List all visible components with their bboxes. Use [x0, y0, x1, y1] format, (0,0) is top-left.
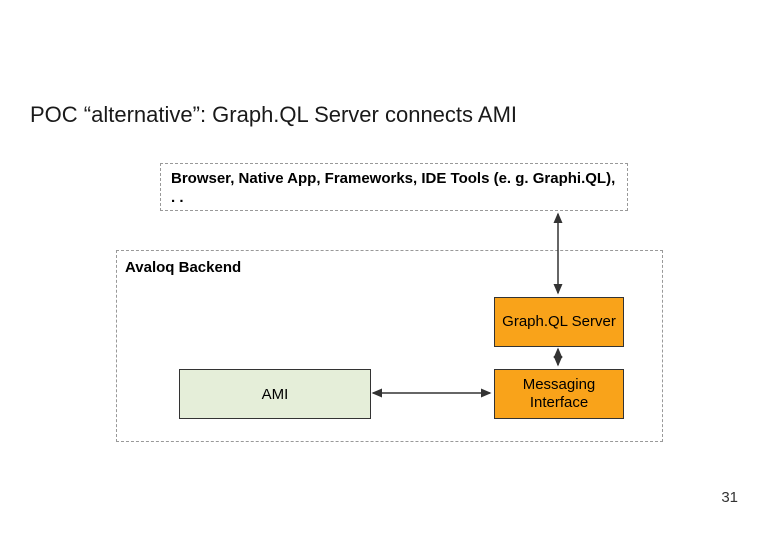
messaging-interface-box: Messaging Interface [494, 369, 624, 419]
backend-container: Avaloq Backend Graph.QL Server Messaging… [116, 250, 663, 442]
ami-text: AMI [262, 386, 289, 403]
backend-label: Avaloq Backend [125, 259, 241, 276]
slide-title: POC “alternative”: Graph.QL Server conne… [30, 102, 517, 128]
page-number: 31 [721, 489, 738, 506]
clients-text: Browser, Native App, Frameworks, IDE Too… [171, 170, 615, 206]
ami-box: AMI [179, 369, 371, 419]
graphql-server-box: Graph.QL Server [494, 297, 624, 347]
messaging-interface-text: Messaging Interface [495, 376, 623, 412]
clients-box: Browser, Native App, Frameworks, IDE Too… [160, 163, 628, 211]
graphql-server-text: Graph.QL Server [502, 313, 616, 331]
